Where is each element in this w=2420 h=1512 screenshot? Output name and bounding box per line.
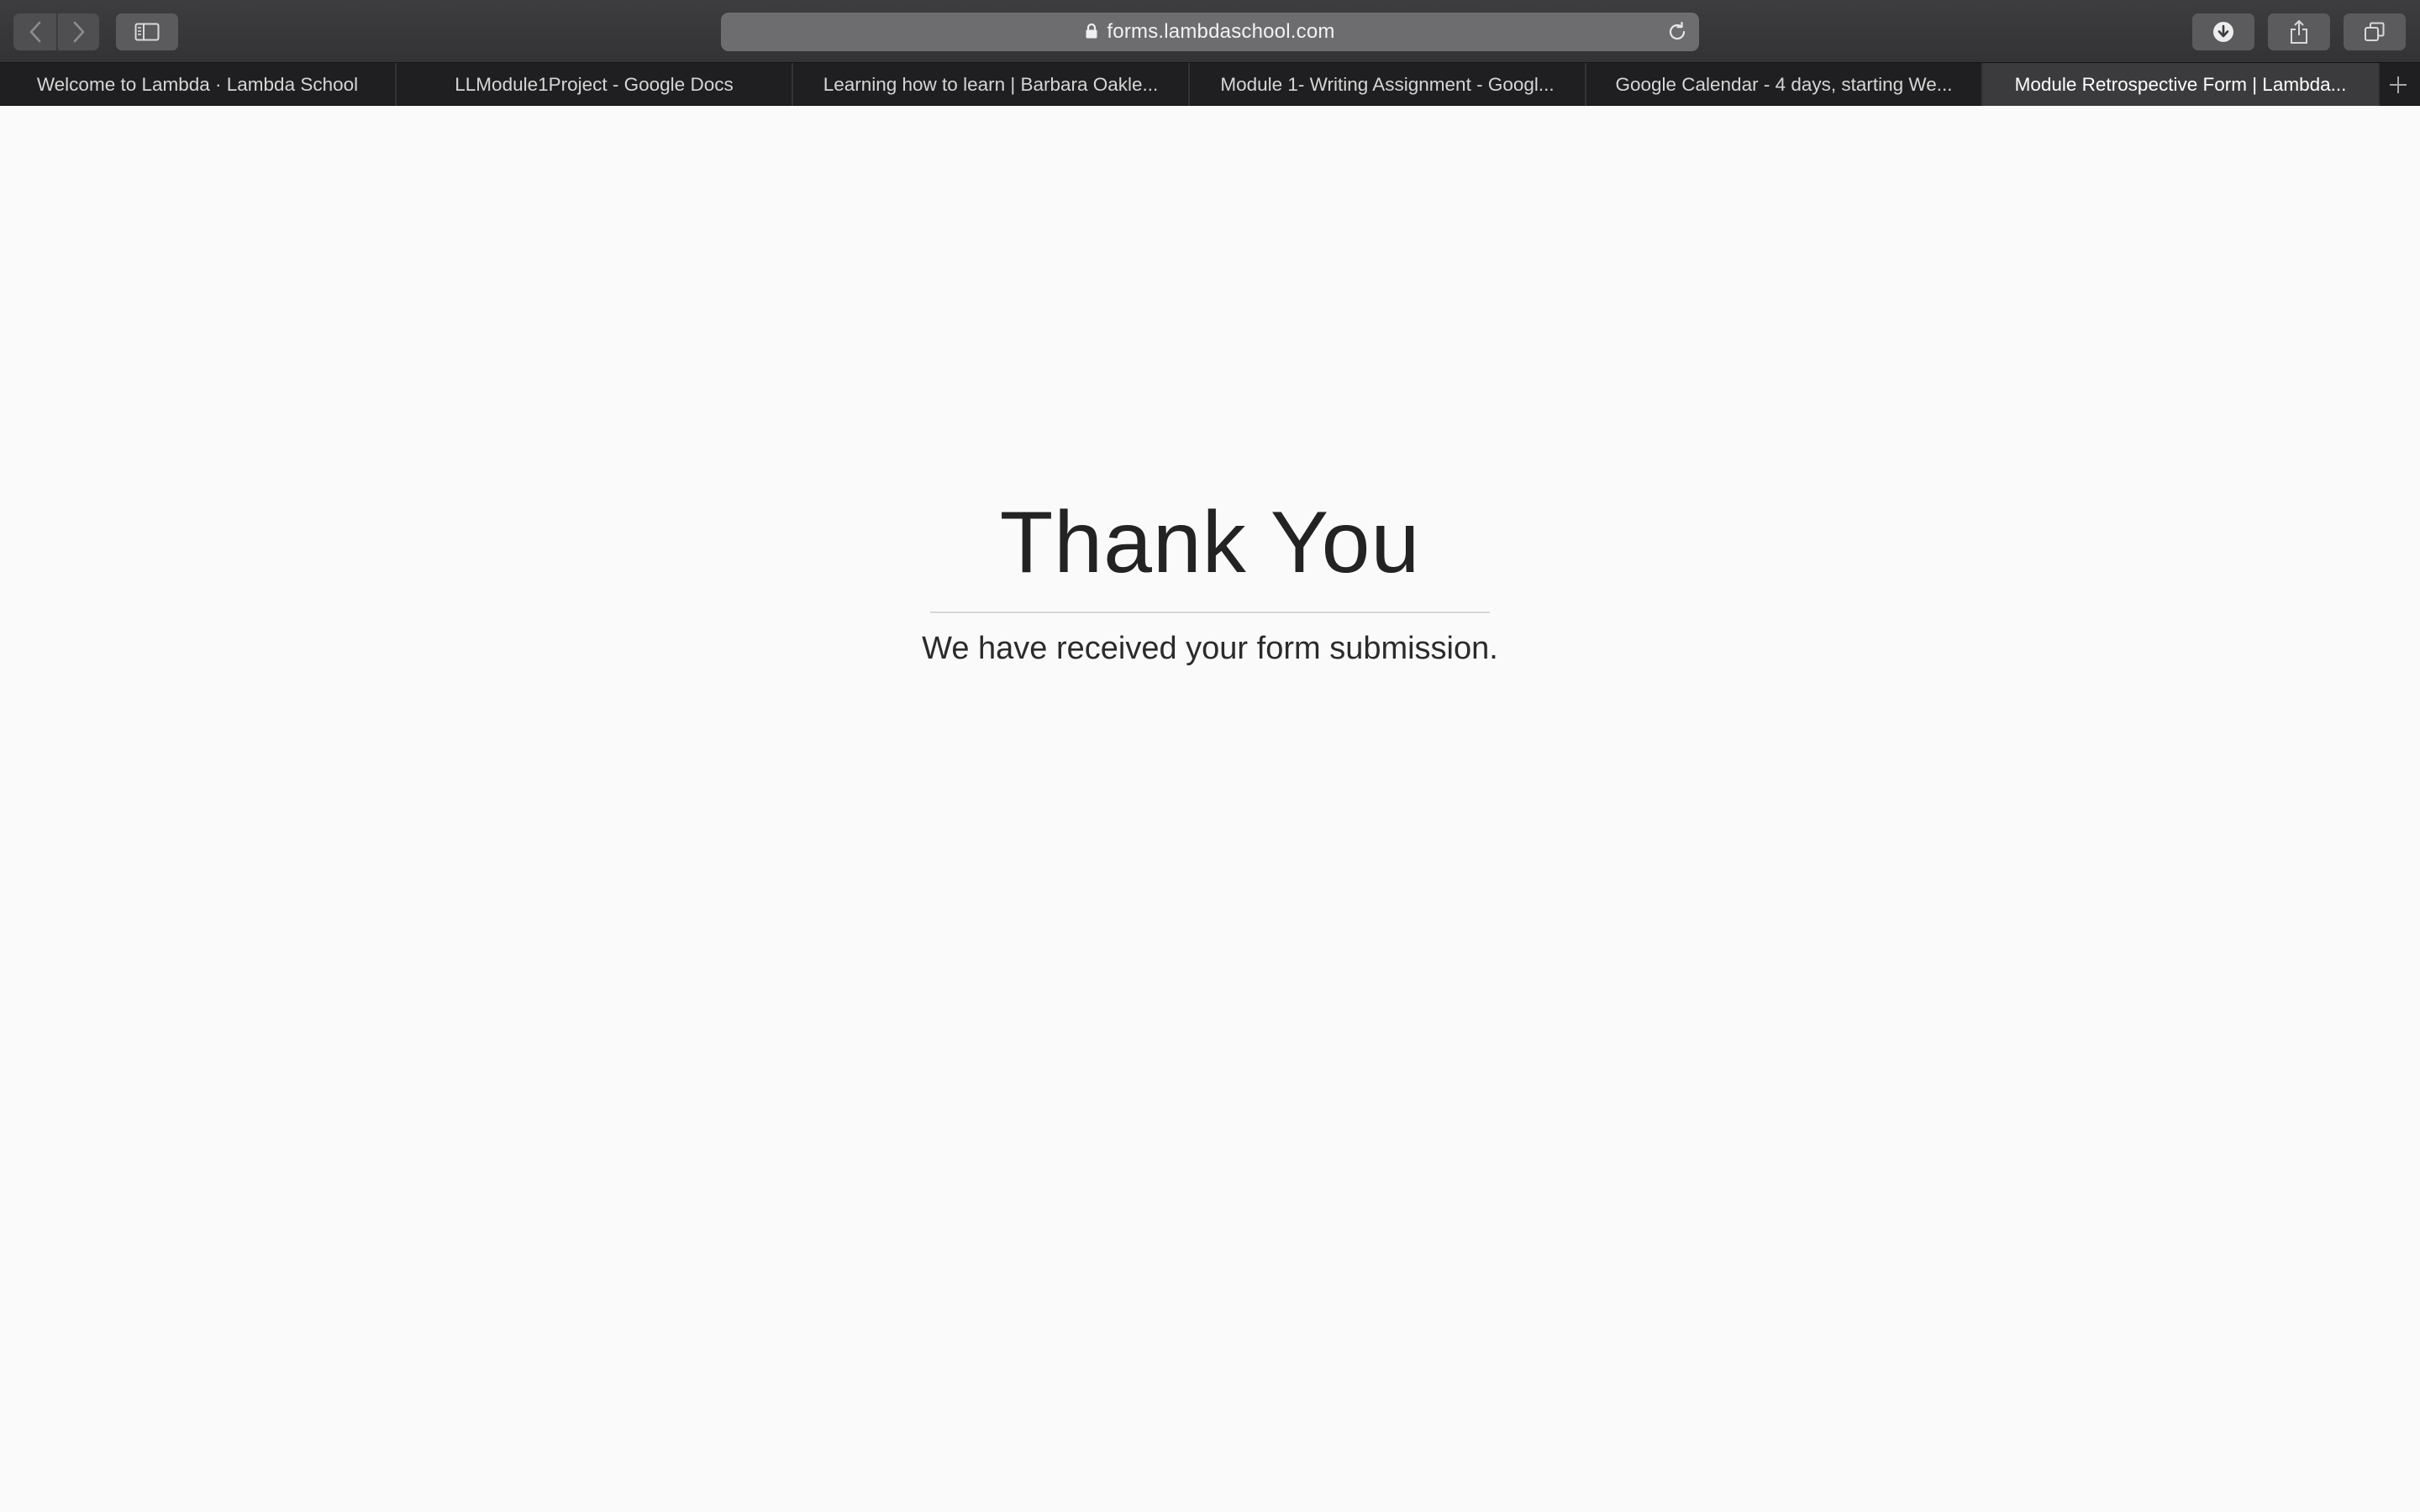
tab-title: Module Retrospective Form | Lambda... <box>2014 73 2347 95</box>
tab-title: Google Calendar - 4 days, starting We... <box>1615 73 1953 95</box>
downloads-button[interactable] <box>2192 13 2254 50</box>
chevron-right-icon <box>73 21 84 43</box>
tab-welcome-lambda[interactable]: Welcome to Lambda · Lambda School <box>0 63 397 106</box>
tab-module-retrospective[interactable]: Module Retrospective Form | Lambda... <box>1983 63 2380 106</box>
sidebar-icon <box>134 23 160 41</box>
reload-icon[interactable] <box>1665 20 1689 44</box>
tabs-overview-button[interactable] <box>2344 13 2406 50</box>
download-icon <box>2213 22 2233 42</box>
sidebar-button[interactable] <box>116 13 178 50</box>
address-bar[interactable]: forms.lambdaschool.com <box>721 13 1699 51</box>
tab-title: LLModule1Project - Google Docs <box>455 73 734 95</box>
page-content: Thank You We have received your form sub… <box>0 107 2420 1512</box>
share-button[interactable] <box>2268 13 2330 50</box>
tab-google-calendar[interactable]: Google Calendar - 4 days, starting We... <box>1586 63 1983 106</box>
page-title: Thank You <box>999 494 1421 591</box>
lock-icon <box>1086 23 1097 38</box>
chevron-left-icon <box>29 21 40 43</box>
divider <box>930 612 1490 613</box>
navigation-buttons <box>13 13 99 50</box>
tab-title: Module 1- Writing Assignment - Googl... <box>1220 73 1555 95</box>
url-text: forms.lambdaschool.com <box>1107 20 1335 43</box>
back-button[interactable] <box>13 13 56 50</box>
share-icon <box>2291 20 2307 44</box>
tab-title: Learning how to learn | Barbara Oakle... <box>823 73 1159 95</box>
new-tab-button[interactable] <box>2376 63 2420 106</box>
tab-learning-how-to-learn[interactable]: Learning how to learn | Barbara Oakle... <box>793 63 1190 106</box>
tab-writing-assignment[interactable]: Module 1- Writing Assignment - Googl... <box>1190 63 1586 106</box>
tab-bar: Welcome to Lambda · Lambda School LLModu… <box>0 62 2420 106</box>
browser-toolbar: forms.lambdaschool.com <box>0 0 2420 62</box>
tab-title: Welcome to Lambda · Lambda School <box>36 73 359 95</box>
tab-llmodule1project[interactable]: LLModule1Project - Google Docs <box>397 63 793 106</box>
confirmation-message: We have received your form submission. <box>922 631 1498 666</box>
plus-icon <box>2390 76 2407 93</box>
tabs-overview-icon <box>2365 22 2385 41</box>
forward-button[interactable] <box>56 13 99 50</box>
